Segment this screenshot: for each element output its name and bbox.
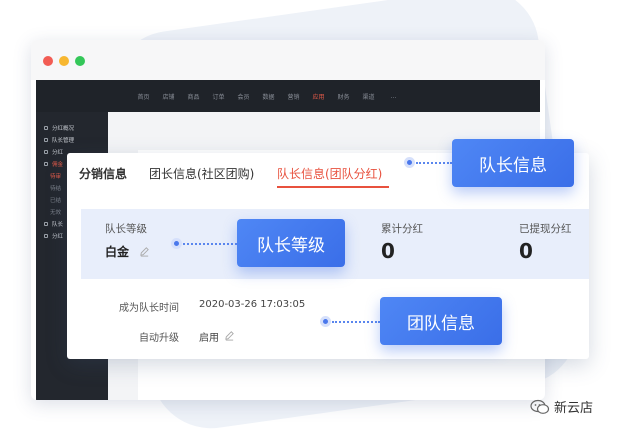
callout-dot-captain-info <box>404 157 415 168</box>
callout-dot-captain-level <box>171 238 182 249</box>
nav-item-members[interactable]: 会员 <box>231 92 256 101</box>
callout-captain-level: 队长等级 <box>237 219 345 267</box>
watermark-text: 新云店 <box>554 401 594 416</box>
total-dividend-value: 0 <box>381 239 395 263</box>
callout-captain-info: 队长信息 <box>452 139 574 187</box>
callout-dot-team-info <box>320 316 331 327</box>
settings-icon <box>44 234 48 238</box>
user-icon <box>44 222 48 226</box>
tab-distribution-info[interactable]: 分销信息 <box>79 165 127 182</box>
withdrawn-dividend-label: 已提现分红 <box>519 223 572 235</box>
close-window-button[interactable] <box>43 56 53 66</box>
nav-item-home[interactable]: 首页 <box>131 92 156 101</box>
nav-item-channels[interactable]: 渠道 <box>356 92 381 101</box>
active-tab-indicator <box>277 186 389 188</box>
total-dividend-label: 累计分红 <box>381 223 423 235</box>
captain-level-label: 队长等级 <box>105 223 147 235</box>
sidebar-item-overview[interactable]: 分红概况 <box>36 122 108 134</box>
callout-line-captain-info <box>416 162 452 164</box>
sidebar-item-captain-manage[interactable]: 队长管理 <box>36 134 108 146</box>
callout-line-team-info <box>332 321 380 323</box>
doc-icon <box>44 150 48 154</box>
nav-item-finance[interactable]: 财务 <box>331 92 356 101</box>
chart-icon <box>44 126 48 130</box>
callout-team-info: 团队信息 <box>380 297 502 345</box>
tab-leader-info[interactable]: 团长信息(社区团购) <box>149 165 254 182</box>
top-navigation: 首页 店铺 商品 订单 会员 数据 营销 应用 财务 渠道 … <box>36 80 540 112</box>
auto-upgrade-label: 自动升级 <box>139 333 179 344</box>
edit-level-icon[interactable] <box>139 246 150 257</box>
minimize-window-button[interactable] <box>59 56 69 66</box>
auto-upgrade-value: 启用 <box>199 333 219 344</box>
nav-item-marketing[interactable]: 营销 <box>281 92 306 101</box>
nav-item-goods[interactable]: 商品 <box>181 92 206 101</box>
nav-item-more[interactable]: … <box>381 93 406 100</box>
maximize-window-button[interactable] <box>75 56 85 66</box>
coin-icon <box>44 162 48 166</box>
wechat-icon <box>530 399 550 414</box>
captain-level-value: 白金 <box>105 245 130 259</box>
edit-auto-upgrade-icon[interactable] <box>224 330 235 341</box>
become-captain-time-value: 2020-03-26 17:03:05 <box>199 299 306 310</box>
become-captain-time-label: 成为队长时间 <box>119 303 179 314</box>
nav-item-apps[interactable]: 应用 <box>306 92 331 101</box>
people-icon <box>44 138 48 142</box>
nav-item-store[interactable]: 店铺 <box>156 92 181 101</box>
nav-item-orders[interactable]: 订单 <box>206 92 231 101</box>
wechat-watermark: 新云店 <box>530 397 593 416</box>
nav-item-data[interactable]: 数据 <box>256 92 281 101</box>
tab-captain-info[interactable]: 队长信息(团队分红) <box>277 165 382 182</box>
window-titlebar <box>31 40 545 80</box>
callout-line-captain-level <box>183 243 237 245</box>
withdrawn-dividend-value: 0 <box>519 239 533 263</box>
